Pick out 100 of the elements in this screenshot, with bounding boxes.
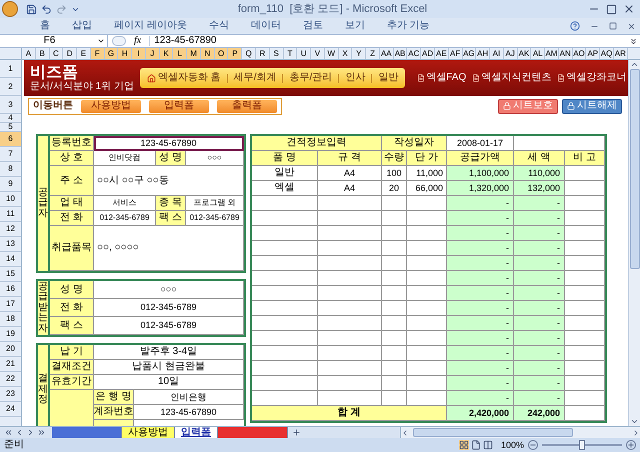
column-header[interactable]: F — [90, 48, 105, 59]
scroll-thumb[interactable] — [630, 69, 640, 269]
column-header[interactable]: AQ — [600, 48, 614, 59]
column-header[interactable]: C — [50, 48, 64, 59]
row-header[interactable]: 20 — [0, 342, 21, 357]
scroll-up-icon[interactable] — [630, 60, 639, 69]
row-header[interactable]: 4 — [0, 114, 21, 123]
office-button[interactable] — [2, 1, 18, 17]
column-header[interactable]: AD — [421, 48, 435, 59]
normal-view-icon[interactable] — [458, 440, 469, 450]
nav-link[interactable]: 엑셀자동화 홈 — [144, 73, 223, 83]
banner-link[interactable]: 엑셀지식컨텐츠 — [472, 73, 552, 83]
row-header[interactable]: 10 — [0, 192, 21, 207]
scroll-right-icon[interactable] — [632, 428, 640, 436]
column-header[interactable]: AK — [518, 48, 532, 59]
row-header[interactable]: 16 — [0, 282, 21, 297]
sheet-tab[interactable] — [218, 426, 288, 438]
next-sheet-icon[interactable] — [26, 428, 35, 437]
row-header[interactable]: 24 — [0, 402, 21, 417]
column-header[interactable]: L — [173, 48, 188, 59]
column-header[interactable]: AR — [614, 48, 628, 59]
column-header[interactable]: G — [104, 48, 118, 59]
sheet-lock-button[interactable]: 시트해제 — [562, 98, 622, 114]
maximize-icon[interactable] — [606, 4, 617, 14]
vertical-scrollbar[interactable] — [628, 60, 640, 426]
page-layout-icon[interactable] — [470, 440, 481, 450]
zoom-in-icon[interactable] — [626, 440, 636, 450]
close-icon[interactable] — [627, 22, 636, 30]
nav-link[interactable]: 총무/관리 — [287, 73, 334, 83]
column-header[interactable]: J — [146, 48, 160, 59]
zoom-slider-thumb[interactable] — [579, 440, 585, 450]
row-header[interactable]: 22 — [0, 372, 21, 387]
ribbon-tab[interactable]: 홈 — [40, 21, 50, 31]
row-header[interactable]: 5 — [0, 123, 21, 132]
column-header[interactable]: AI — [490, 48, 504, 59]
previous-sheet-icon[interactable] — [15, 428, 24, 437]
formula-input[interactable]: 123-45-67890 — [149, 36, 629, 46]
name-box[interactable]: F6 — [0, 35, 108, 47]
restore-icon[interactable] — [609, 22, 617, 30]
zoom-level[interactable]: 100% — [500, 440, 524, 450]
column-header[interactable]: AL — [531, 48, 546, 59]
nav-link[interactable]: 일반 — [376, 73, 400, 83]
nav-link[interactable]: 인사 — [343, 73, 368, 83]
ribbon-tab[interactable]: 페이지 레이아웃 — [114, 21, 187, 31]
scroll-left-icon[interactable] — [401, 428, 409, 436]
help-icon[interactable] — [570, 21, 580, 31]
ribbon-tab[interactable]: 보기 — [344, 21, 365, 31]
scroll-thumb[interactable] — [413, 428, 573, 437]
row-header[interactable]: 23 — [0, 387, 21, 402]
first-sheet-icon[interactable] — [4, 428, 13, 437]
column-header[interactable]: AB — [394, 48, 408, 59]
zoom-out-icon[interactable] — [528, 440, 538, 450]
column-header[interactable]: X — [338, 48, 352, 59]
column-header[interactable]: AN — [558, 48, 573, 59]
column-header[interactable]: AA — [380, 48, 394, 59]
column-header[interactable]: H — [118, 48, 132, 59]
nav-button[interactable]: 사용방법 — [81, 100, 141, 112]
column-header[interactable]: W — [324, 48, 339, 59]
column-header[interactable]: AF — [448, 48, 462, 59]
banner-link[interactable]: 엑셀강좌코너 — [557, 73, 626, 83]
save-icon[interactable] — [26, 4, 37, 14]
banner-link[interactable]: 엑셀FAQ — [417, 73, 466, 83]
column-header[interactable]: AJ — [504, 48, 518, 59]
expand-icon[interactable] — [629, 36, 638, 46]
column-header[interactable]: AP — [586, 48, 600, 59]
column-header[interactable]: AM — [545, 48, 559, 59]
ribbon-tab[interactable]: 추가 기능 — [386, 21, 430, 31]
row-header[interactable]: 19 — [0, 327, 21, 342]
column-header[interactable]: I — [132, 48, 146, 59]
last-sheet-icon[interactable] — [37, 428, 46, 437]
row-header[interactable]: 21 — [0, 357, 21, 372]
insert-sheet-icon[interactable] — [292, 428, 301, 437]
column-header[interactable]: K — [160, 48, 174, 59]
column-header[interactable]: N — [200, 48, 215, 59]
row-header[interactable]: 12 — [0, 222, 21, 237]
column-header[interactable]: AG — [462, 48, 476, 59]
ribbon-tab[interactable]: 데이터 — [250, 21, 281, 31]
sheet-tab[interactable]: 사용방법 — [122, 426, 175, 438]
column-header[interactable]: P — [228, 48, 242, 59]
undo-icon[interactable] — [41, 4, 52, 14]
page-break-icon[interactable] — [482, 440, 493, 450]
sheet-tab[interactable] — [52, 426, 122, 438]
nav-button[interactable]: 출력폼 — [217, 100, 277, 112]
ribbon-tab[interactable]: 삽입 — [72, 21, 92, 31]
column-header[interactable]: T — [284, 48, 298, 59]
column-header[interactable]: AC — [407, 48, 422, 59]
ribbon-tab[interactable]: 검토 — [302, 21, 323, 31]
close-icon[interactable] — [623, 3, 635, 15]
nav-link[interactable]: 세무/회계 — [232, 73, 278, 83]
column-header[interactable]: O — [214, 48, 228, 59]
column-header[interactable]: AO — [572, 48, 586, 59]
site-logo[interactable]: 비즈폼 — [30, 64, 78, 80]
row-header[interactable]: 8 — [0, 162, 21, 177]
nav-button[interactable]: 입력폼 — [149, 100, 209, 112]
scroll-down-icon[interactable] — [630, 417, 639, 426]
horizontal-scrollbar[interactable] — [400, 427, 640, 438]
column-header[interactable]: AH — [476, 48, 490, 59]
dropdown-icon[interactable] — [97, 37, 105, 45]
row-header[interactable]: 9 — [0, 177, 21, 192]
row-header[interactable]: 6 — [0, 132, 21, 147]
